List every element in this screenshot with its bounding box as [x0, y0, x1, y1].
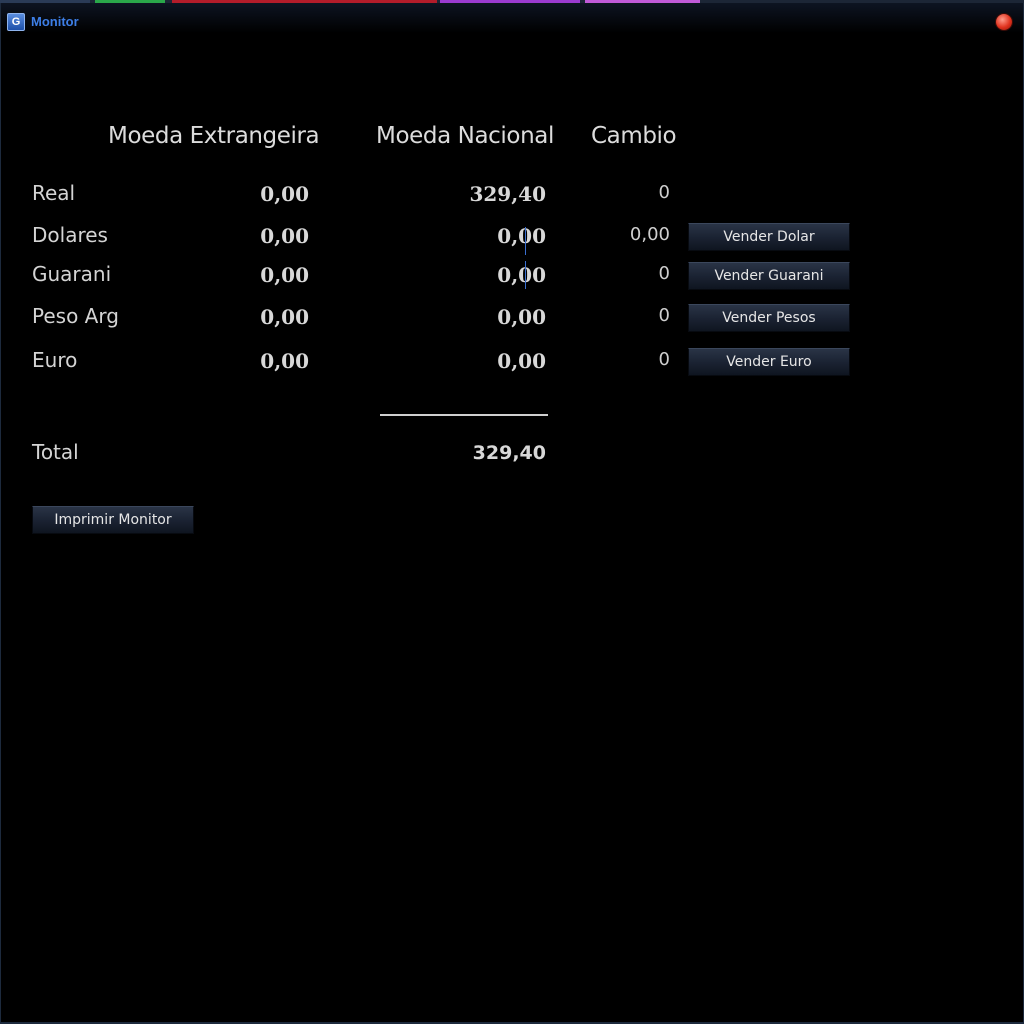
- guarani-foreign-value: 0,00: [260, 263, 309, 287]
- euro-foreign-value: 0,00: [260, 349, 309, 373]
- header-national-currency: Moeda Nacional: [376, 123, 554, 149]
- real-foreign-value: 0,00: [260, 182, 309, 206]
- sell-dollar-button[interactable]: Vender Dolar: [688, 223, 850, 251]
- peso-foreign-value: 0,00: [260, 305, 309, 329]
- total-divider: [380, 414, 548, 416]
- peso-rate-field[interactable]: 0: [659, 305, 670, 326]
- peso-national-value: 0,00: [497, 305, 546, 329]
- dolares-national-value: 0,00: [497, 224, 546, 248]
- text-cursor: [525, 261, 526, 289]
- guarani-rate-field[interactable]: 0: [659, 263, 670, 284]
- row-label-guarani: Guarani: [32, 262, 112, 286]
- sell-euro-button[interactable]: Vender Euro: [688, 348, 850, 376]
- total-label: Total: [32, 440, 79, 464]
- row-label-real: Real: [32, 181, 76, 205]
- header-foreign-currency: Moeda Extrangeira: [108, 123, 320, 149]
- sell-guarani-button[interactable]: Vender Guarani: [688, 262, 850, 290]
- dolares-foreign-value: 0,00: [260, 224, 309, 248]
- header-exchange-rate: Cambio: [591, 123, 677, 149]
- title-bar[interactable]: G Monitor: [1, 3, 1023, 33]
- app-icon: G: [7, 13, 25, 31]
- row-label-euro: Euro: [32, 348, 78, 372]
- close-icon[interactable]: [996, 14, 1012, 30]
- euro-rate-field[interactable]: 0: [659, 349, 670, 370]
- sell-pesos-button[interactable]: Vender Pesos: [688, 304, 850, 332]
- monitor-window: G Monitor Moeda Extrangeira Moeda Nacion…: [0, 3, 1024, 1024]
- print-monitor-button[interactable]: Imprimir Monitor: [32, 506, 194, 534]
- guarani-national-value: 0,00: [497, 263, 546, 287]
- window-title: Monitor: [31, 14, 79, 29]
- real-rate-field[interactable]: 0: [659, 182, 670, 203]
- total-national-value: 329,40: [472, 442, 546, 464]
- row-label-dolares: Dolares: [32, 223, 108, 247]
- text-cursor: [525, 227, 526, 255]
- dolares-rate-field[interactable]: 0,00: [630, 224, 670, 245]
- real-national-value: 329,40: [469, 182, 546, 206]
- euro-national-value: 0,00: [497, 349, 546, 373]
- row-label-peso-arg: Peso Arg: [32, 304, 119, 328]
